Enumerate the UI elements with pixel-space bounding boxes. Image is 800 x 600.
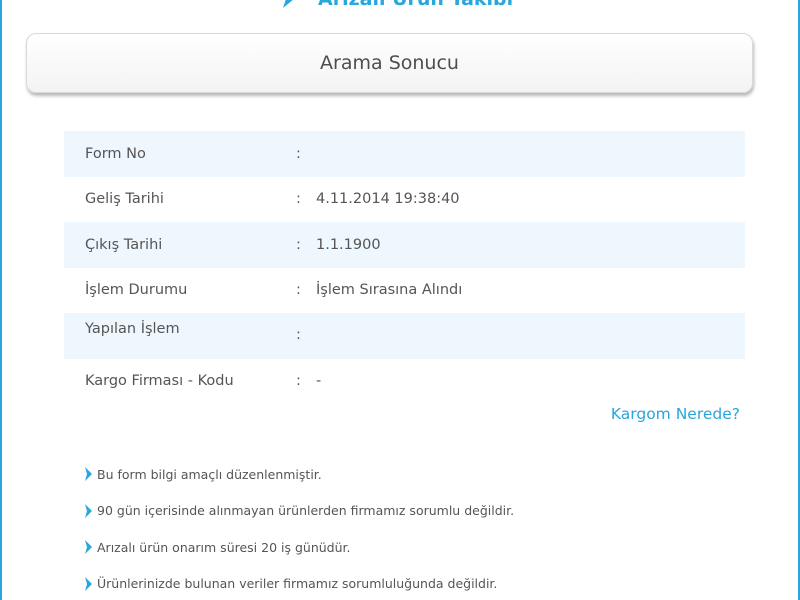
note-item: 90 gün içerisinde alınmayan ürünlerden f…	[84, 493, 514, 530]
note-text: Ürünlerinizde bulunan veriler firmamız s…	[97, 576, 498, 592]
note-text: 90 gün içerisinde alınmayan ürünlerden f…	[97, 503, 515, 519]
detail-value: 4.11.2014 19:38:40	[316, 191, 460, 208]
note-text: Bu form bilgi amaçlı düzenlenmiştir.	[97, 466, 322, 482]
detail-separator: :	[296, 373, 301, 390]
detail-separator: :	[296, 236, 301, 253]
result-header-box: Arama Sonucu	[26, 33, 753, 93]
detail-separator: :	[296, 327, 301, 343]
chevron-right-icon	[85, 576, 92, 591]
notes-list: Bu form bilgi amaçlı düzenlenmiştir. 90 …	[84, 456, 514, 600]
detail-value: -	[316, 373, 322, 390]
chevron-right-icon	[85, 467, 92, 482]
detail-separator: :	[296, 145, 301, 162]
detail-value: 1.1.1900	[316, 236, 381, 253]
detail-separator: :	[296, 282, 301, 299]
chevron-right-icon	[85, 503, 92, 518]
detail-label: Form No	[85, 145, 146, 162]
detail-row-form-no: Form No :	[64, 131, 745, 177]
page: Arızalı Ürün Takibi Arama Sonucu Form No…	[0, 0, 800, 600]
note-item: Arızalı ürün onarım süresi 20 iş günüdür…	[84, 529, 514, 566]
note-text: Arızalı ürün onarım süresi 20 iş günüdür…	[97, 539, 351, 555]
detail-row-process-status: İşlem Durumu : İşlem Sırasına Alındı	[64, 268, 745, 314]
chevron-right-icon	[283, 0, 293, 8]
result-title: Arama Sonucu	[320, 52, 459, 74]
section-title-text: Arızalı Ürün Takibi	[318, 0, 513, 10]
detail-value: İşlem Sırasına Alındı	[316, 282, 463, 299]
detail-row-arrival-date: Geliş Tarihi : 4.11.2014 19:38:40	[64, 177, 745, 223]
section-title: Arızalı Ürün Takibi	[282, 0, 513, 11]
detail-label: Yapılan İşlem	[85, 321, 180, 337]
detail-row-performed-action: Yapılan İşlem :	[64, 313, 745, 359]
note-item: Ürünlerinizde bulunan veriler firmamız s…	[84, 566, 514, 600]
where-is-my-cargo-link[interactable]: Kargom Nerede?	[611, 405, 740, 423]
note-item: Bu form bilgi amaçlı düzenlenmiştir.	[84, 456, 514, 493]
detail-row-departure-date: Çıkış Tarihi : 1.1.1900	[64, 222, 745, 268]
detail-label: Geliş Tarihi	[85, 191, 164, 208]
detail-label: Kargo Firması - Kodu	[85, 373, 234, 390]
detail-label: İşlem Durumu	[85, 282, 188, 299]
details-table: Form No : Geliş Tarihi : 4.11.2014 19:38…	[64, 131, 745, 404]
frame-border-left	[0, 0, 2, 600]
detail-separator: :	[296, 191, 301, 208]
detail-label: Çıkış Tarihi	[85, 236, 163, 253]
detail-row-cargo-company-code: Kargo Firması - Kodu : -	[64, 359, 745, 405]
chevron-right-icon	[85, 540, 92, 555]
